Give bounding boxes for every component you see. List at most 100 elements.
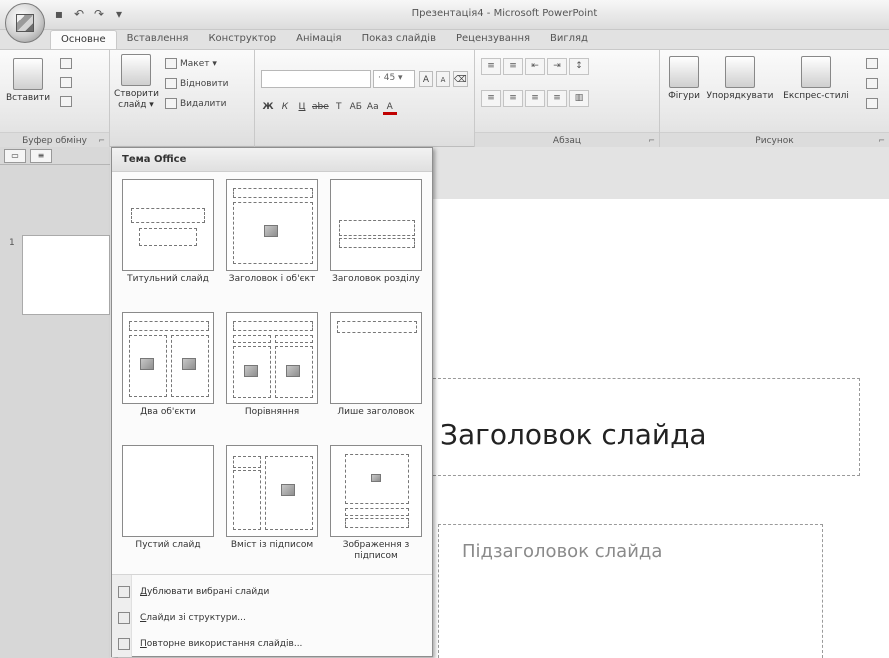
shape-effects-icon [866, 98, 878, 109]
layout-title-and-content[interactable]: Заголовок і об'єкт [222, 179, 322, 285]
layout-title-only[interactable]: Лише заголовок [326, 312, 426, 418]
underline-button[interactable]: Ц [295, 99, 309, 115]
tab-review[interactable]: Рецензування [446, 30, 540, 50]
font-group: · 45 ▾ A A ⌫ Ж К Ц abe Т АБ Aa А [255, 50, 475, 148]
line-spacing-icon[interactable]: ↕ [569, 58, 589, 75]
outline-tab[interactable]: ≡ [30, 149, 52, 163]
shrink-font-button[interactable]: A [436, 71, 450, 87]
tab-view[interactable]: Вигляд [540, 30, 598, 50]
slides-group: Створити слайд ▾ Макет ▾ Відновити Видал… [110, 50, 255, 148]
content-placeholder-icon [140, 358, 154, 370]
strikethrough-button[interactable]: abe [312, 99, 329, 115]
paragraph-group-label: Абзац [552, 136, 582, 146]
slide-thumbnail[interactable] [22, 235, 110, 315]
duplicate-slides-icon [118, 586, 130, 598]
char-spacing-button[interactable]: АБ [349, 99, 363, 115]
italic-button[interactable]: К [278, 99, 292, 115]
shape-outline-icon [866, 78, 878, 89]
paste-button[interactable]: Вставити [6, 58, 50, 104]
increase-indent-icon[interactable]: ⇥ [547, 58, 567, 75]
layout-two-content[interactable]: Два об'єкти [118, 312, 218, 418]
tab-design[interactable]: Конструктор [198, 30, 286, 50]
shadow-button[interactable]: Т [332, 99, 346, 115]
arrange-icon [725, 56, 755, 88]
shapes-label: Фігури [668, 91, 700, 101]
layout-title-slide[interactable]: Титульний слайд [118, 179, 218, 285]
clipboard-group-label: Буфер обміну [22, 136, 87, 146]
picture-placeholder-icon [371, 474, 381, 482]
reuse-slides-menu-item[interactable]: Повторне використання слайдів... [118, 638, 302, 650]
ribbon-tabs: Основне Вставлення Конструктор Анімація … [50, 30, 598, 50]
quick-styles-label: Експрес-стилі [783, 91, 849, 101]
tab-insert[interactable]: Вставлення [117, 30, 199, 50]
decrease-indent-icon[interactable]: ⇤ [525, 58, 545, 75]
layout-label: Заголовок і об'єкт [228, 274, 316, 284]
bullets-icon[interactable]: ≡ [481, 58, 501, 75]
shape-fill-icon [866, 58, 878, 69]
align-center-icon[interactable]: ≡ [503, 90, 523, 107]
duplicate-slides-menu-item[interactable]: Дублювати вибрані слайди [118, 586, 269, 598]
slides-panel: 1 [0, 165, 110, 658]
layout-label: Титульний слайд [127, 274, 209, 284]
new-slide-label-line1: Створити [114, 89, 159, 99]
shape-outline-button[interactable] [866, 78, 878, 89]
arrange-label: Упорядкувати [706, 91, 774, 101]
menu-item-label: Повторне використання слайдів... [140, 639, 303, 649]
change-case-button[interactable]: Aa [366, 99, 380, 115]
office-logo-icon [16, 14, 34, 32]
arrange-button[interactable]: Упорядкувати [706, 56, 774, 102]
new-slide-button[interactable]: Створити слайд ▾ [114, 54, 159, 111]
font-size-field[interactable]: · 45 ▾ [373, 70, 415, 88]
window-title: Презентація4 - Microsoft PowerPoint [411, 8, 598, 19]
shape-fill-button[interactable] [866, 58, 878, 69]
tab-animations[interactable]: Анімація [286, 30, 351, 50]
quick-styles-icon [801, 56, 831, 88]
office-button[interactable] [5, 3, 45, 43]
layout-blank[interactable]: Пустий слайд [118, 445, 218, 551]
align-left-icon[interactable]: ≡ [481, 90, 501, 107]
content-placeholder-icon [244, 365, 258, 377]
layout-button[interactable]: Макет ▾ [165, 58, 217, 69]
cut-button[interactable] [60, 58, 72, 69]
cut-icon [60, 58, 72, 69]
layout-label: Два об'єкти [140, 407, 196, 417]
shape-effects-button[interactable] [866, 98, 878, 109]
reset-icon [165, 78, 177, 89]
columns-icon[interactable]: ▥ [569, 90, 589, 107]
tab-home[interactable]: Основне [50, 30, 117, 50]
layout-icon [165, 58, 177, 69]
tab-slide-show[interactable]: Показ слайдів [352, 30, 446, 50]
justify-icon[interactable]: ≡ [547, 90, 567, 107]
delete-slide-button[interactable]: Видалити [165, 98, 226, 109]
font-color-button[interactable]: А [382, 99, 397, 115]
menu-item-label: Дублювати вибрані слайди [140, 587, 270, 597]
quick-styles-button[interactable]: Експрес-стилі [776, 56, 856, 102]
format-painter-button[interactable] [60, 96, 72, 107]
copy-icon [60, 77, 72, 88]
paragraph-group: ≡ ≡ ⇤ ⇥ ↕ ≡ ≡ ≡ ≡ ▥ Абзац ⌐ [475, 50, 660, 148]
content-placeholder-icon [182, 358, 196, 370]
layout-content-with-caption[interactable]: Вміст із підписом [222, 445, 322, 551]
align-right-icon[interactable]: ≡ [525, 90, 545, 107]
layout-picture-with-caption[interactable]: Зображення з підписом [326, 445, 426, 562]
layout-comparison[interactable]: Порівняння [222, 312, 322, 418]
copy-button[interactable] [60, 77, 72, 88]
reset-label: Відновити [180, 78, 229, 89]
shapes-button[interactable]: Фігури [664, 56, 704, 102]
subtitle-placeholder-text: Підзаголовок слайда [462, 541, 663, 562]
font-name-field[interactable] [261, 70, 371, 88]
layout-label: Заголовок розділу [332, 274, 420, 284]
numbering-icon[interactable]: ≡ [503, 58, 523, 75]
delete-label: Видалити [180, 98, 227, 109]
reset-button[interactable]: Відновити [165, 78, 229, 89]
ribbon: Вставити Буфер обміну ⌐ Створити слайд ▾… [0, 49, 889, 148]
slides-tab[interactable]: ▭ [4, 149, 26, 163]
bold-button[interactable]: Ж [261, 99, 275, 115]
reuse-slides-icon [118, 638, 130, 650]
clear-formatting-icon[interactable]: ⌫ [453, 71, 468, 87]
layout-label: Пустий слайд [135, 540, 201, 550]
grow-font-button[interactable]: A [419, 71, 433, 87]
slides-from-outline-menu-item[interactable]: Слайди зі структури... [118, 612, 246, 624]
drawing-group: Фігури Упорядкувати Експрес-стилі Рисуно… [660, 50, 889, 148]
layout-section-header[interactable]: Заголовок розділу [326, 179, 426, 285]
